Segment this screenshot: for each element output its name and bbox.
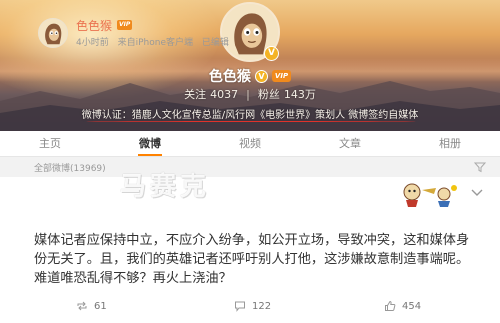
post-author-avatar[interactable]: [38, 18, 68, 48]
fans-label: 粉丝: [257, 88, 280, 101]
repost-button[interactable]: 61: [76, 300, 107, 312]
filter-icon[interactable]: [474, 161, 486, 173]
fans-stat[interactable]: 粉丝 143万: [258, 86, 316, 102]
feed-count-bar: 全部微博(13969): [0, 157, 500, 177]
verified-icon: V: [254, 69, 268, 83]
vip-badge: VIP: [117, 20, 133, 30]
like-count: 454: [402, 300, 422, 312]
like-button[interactable]: 454: [384, 300, 421, 312]
certification-text: 微博认证：猎鹿人文化宣传总监/风行网《电影世界》策划人 微博签约自媒体: [81, 110, 419, 121]
repost-icon: [77, 301, 87, 311]
tab-home[interactable]: 主页: [0, 131, 100, 156]
post-edited: 已编辑: [201, 38, 229, 48]
chevron-down-icon[interactable]: [470, 187, 484, 197]
follow-label: 关注: [184, 88, 207, 101]
tab-album[interactable]: 相册: [400, 131, 500, 156]
all-weibo-count: 全部微博(13969): [34, 164, 106, 174]
verified-badge-icon: V: [264, 46, 279, 61]
comment-icon: [235, 301, 245, 312]
red-underline-annotation: [86, 121, 416, 122]
profile-nickname: 色色猴: [208, 69, 251, 85]
mosaic-watermark: 马赛克: [120, 172, 211, 202]
comment-button[interactable]: 122: [234, 300, 271, 312]
vip-badge: VIP: [271, 70, 292, 82]
post-author-name[interactable]: 色色猴: [76, 17, 112, 34]
follow-count: 4037: [210, 88, 239, 101]
post-time: 4小时前: [76, 38, 109, 48]
monkey-avatar-icon: [39, 19, 67, 47]
tab-articles[interactable]: 文章: [300, 131, 400, 156]
repost-count: 61: [94, 300, 107, 312]
mascot-sticker-icon: [403, 183, 457, 207]
tab-video[interactable]: 视频: [200, 131, 300, 156]
post-source: 来自iPhone客户端: [117, 38, 193, 48]
fans-count: 143万: [283, 88, 316, 101]
follow-stat[interactable]: 关注 4037: [184, 86, 238, 102]
comment-count: 122: [252, 300, 272, 312]
post-content: 媒体记者应保持中立，不应介入纷争，如公开立场，导致冲突，这和媒体身份无关了。且，…: [34, 233, 470, 286]
stats-divider: |: [246, 87, 250, 101]
post-meta: 4小时前 来自iPhone客户端 已编辑: [76, 35, 235, 48]
tab-weibo[interactable]: 微博: [100, 131, 200, 156]
thumbs-up-icon: [385, 300, 396, 311]
profile-stats: 关注 4037 | 粉丝 143万: [0, 86, 500, 102]
profile-tabs: 主页 微博 视频 文章 相册: [0, 131, 500, 157]
